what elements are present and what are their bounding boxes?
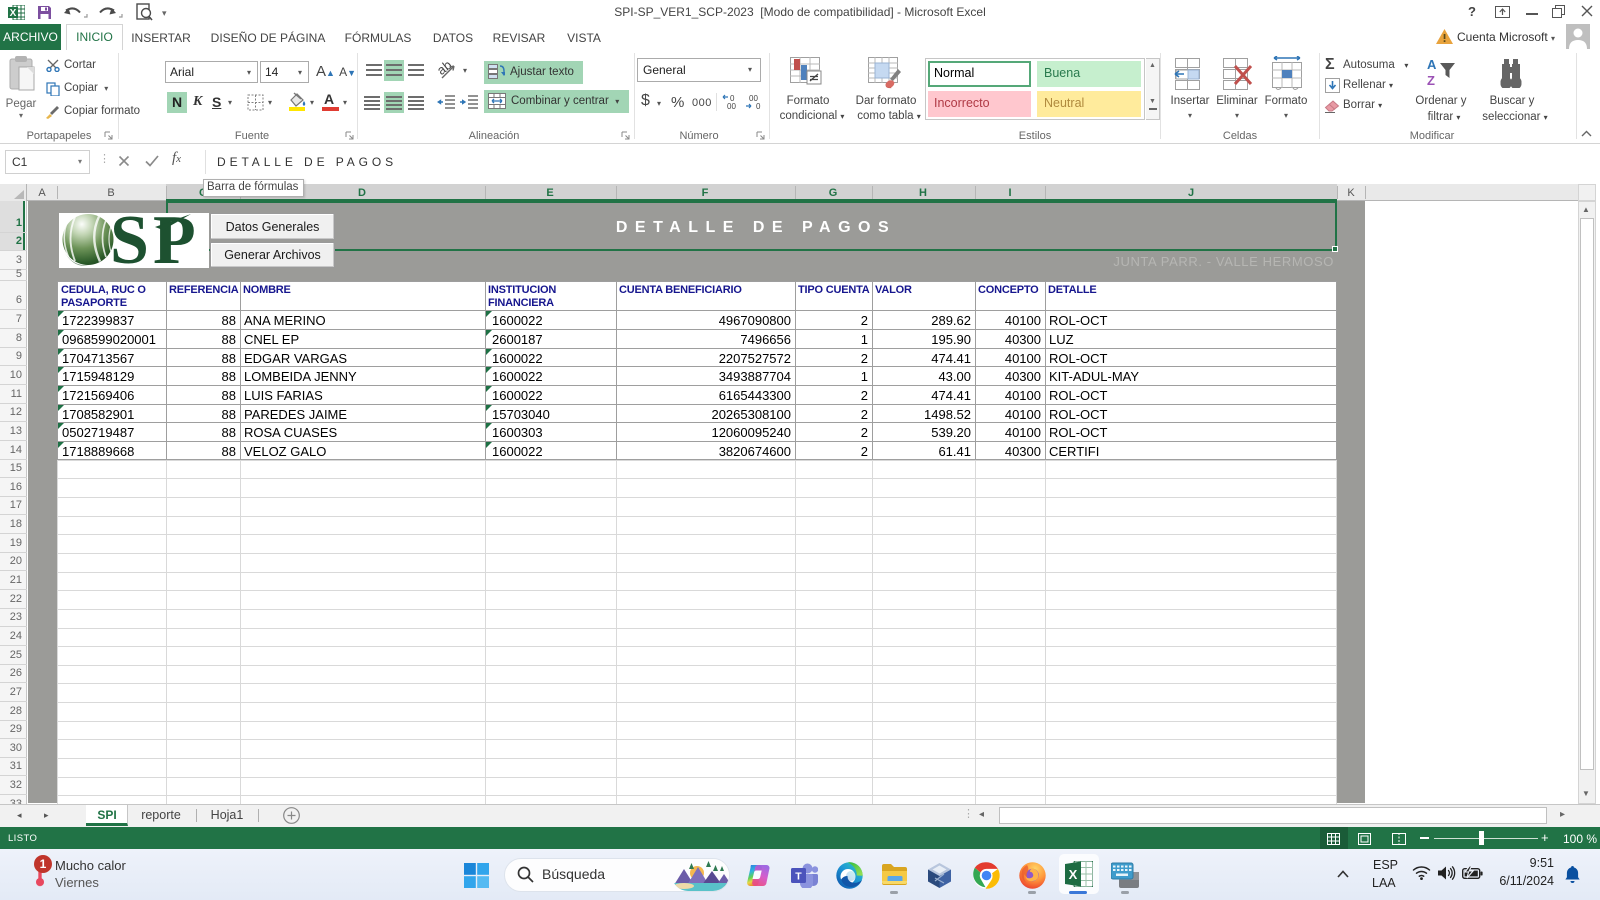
svg-text:0: 0 [756, 102, 761, 111]
svg-text:X: X [1069, 867, 1078, 882]
svg-text:S: S [110, 213, 149, 268]
svg-text:A: A [1427, 57, 1437, 72]
svg-text:1: 1 [40, 857, 47, 871]
svg-text:00: 00 [727, 102, 736, 111]
svg-text:Z: Z [1427, 73, 1435, 88]
svg-text:T: T [795, 871, 802, 883]
